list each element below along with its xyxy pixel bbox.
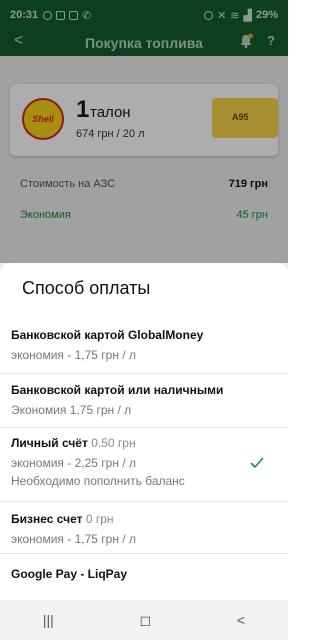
home-icon[interactable]: ◻: [140, 612, 152, 629]
system-nav-bar: ||| ◻ <: [0, 600, 288, 640]
option-note: Необходимо пополнить баланс: [11, 474, 185, 488]
recent-apps-icon[interactable]: |||: [43, 612, 54, 628]
option-balance: 0.50 грн: [91, 436, 136, 450]
sheet-title: Способ оплаты: [22, 278, 151, 298]
option-savings: Экономия 1,75 грн / л: [11, 403, 132, 417]
option-name: Банковской картой или наличными: [11, 383, 224, 397]
option-name: Google Pay - LiqPay: [11, 567, 128, 581]
option-name-text: Бизнес счет: [11, 512, 83, 526]
option-savings: экономия - 1,75 грн / л: [11, 532, 136, 546]
payment-option-card-or-cash[interactable]: Банковской картой или наличными Экономия…: [0, 374, 288, 428]
selected-check-icon: [250, 456, 264, 474]
option-savings: экономия - 2,25 грн / л: [11, 456, 136, 470]
payment-method-sheet: Способ оплаты Банковской картой GlobalMo…: [0, 263, 288, 600]
modal-overlay[interactable]: [0, 0, 288, 263]
option-name-text: Личный счёт: [11, 436, 88, 450]
option-name: Банковской картой GlobalMoney: [11, 328, 204, 342]
option-name: Личный счёт 0.50 грн: [11, 435, 288, 451]
payment-option-personal-account[interactable]: Личный счёт 0.50 грн экономия - 2,25 грн…: [0, 428, 288, 502]
option-name: Бизнес счет 0 грн: [11, 511, 288, 527]
option-savings: экономия - 1,75 грн / л: [11, 348, 136, 362]
nav-back-icon[interactable]: <: [237, 612, 245, 628]
option-balance: 0 грн: [85, 512, 114, 526]
payment-option-business-account[interactable]: Бизнес счет 0 грн экономия - 1,75 грн / …: [0, 502, 288, 554]
payment-option-google-pay[interactable]: Google Pay - LiqPay: [0, 554, 288, 600]
payment-option-globalmoney[interactable]: Банковской картой GlobalMoney экономия -…: [0, 322, 288, 374]
